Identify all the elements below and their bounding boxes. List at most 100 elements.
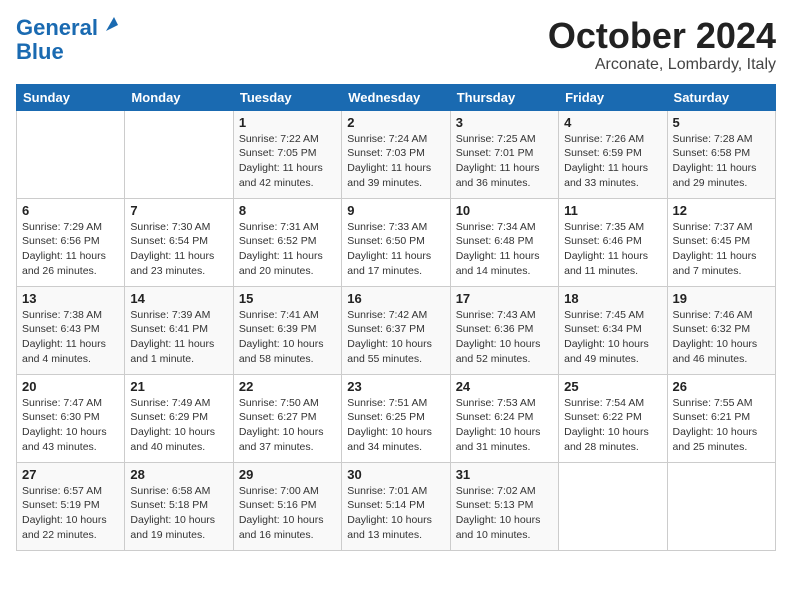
calendar-cell: 17 Sunrise: 7:43 AMSunset: 6:36 PMDayligh… xyxy=(450,286,558,374)
day-number: 23 xyxy=(347,379,444,394)
day-number: 7 xyxy=(130,203,227,218)
day-info: Sunrise: 7:43 AMSunset: 6:36 PMDaylight:… xyxy=(456,308,553,367)
day-number: 6 xyxy=(22,203,119,218)
day-info: Sunrise: 7:28 AMSunset: 6:58 PMDaylight:… xyxy=(673,132,770,191)
day-number: 21 xyxy=(130,379,227,394)
calendar-cell: 1 Sunrise: 7:22 AMSunset: 7:05 PMDaylight… xyxy=(233,110,341,198)
calendar-week-row: 1 Sunrise: 7:22 AMSunset: 7:05 PMDaylight… xyxy=(17,110,776,198)
column-header-tuesday: Tuesday xyxy=(233,84,341,110)
day-number: 31 xyxy=(456,467,553,482)
calendar-cell: 26Sunrise: 7:55 AMSunset: 6:21 PMDayligh… xyxy=(667,374,775,462)
day-info: Sunrise: 7:02 AMSunset: 5:13 PMDaylight:… xyxy=(456,484,553,543)
calendar-cell: 25Sunrise: 7:54 AMSunset: 6:22 PMDayligh… xyxy=(559,374,667,462)
logo-text-blue: Blue xyxy=(16,40,64,64)
day-info: Sunrise: 7:24 AMSunset: 7:03 PMDaylight:… xyxy=(347,132,444,191)
logo: General Blue xyxy=(16,16,122,64)
day-number: 3 xyxy=(456,115,553,130)
calendar-cell: 29 Sunrise: 7:00 AMSunset: 5:16 PMDayligh… xyxy=(233,462,341,550)
calendar-cell: 6 Sunrise: 7:29 AMSunset: 6:56 PMDaylight… xyxy=(17,198,125,286)
day-number: 10 xyxy=(456,203,553,218)
calendar-cell: 2 Sunrise: 7:24 AMSunset: 7:03 PMDaylight… xyxy=(342,110,450,198)
calendar-cell: 10 Sunrise: 7:34 AMSunset: 6:48 PMDayligh… xyxy=(450,198,558,286)
day-info: Sunrise: 7:26 AMSunset: 6:59 PMDaylight:… xyxy=(564,132,661,191)
day-info: Sunrise: 7:37 AMSunset: 6:45 PMDaylight:… xyxy=(673,220,770,279)
calendar-cell: 13 Sunrise: 7:38 AMSunset: 6:43 PMDayligh… xyxy=(17,286,125,374)
day-number: 16 xyxy=(347,291,444,306)
column-header-thursday: Thursday xyxy=(450,84,558,110)
day-info: Sunrise: 7:34 AMSunset: 6:48 PMDaylight:… xyxy=(456,220,553,279)
day-info: Sunrise: 7:31 AMSunset: 6:52 PMDaylight:… xyxy=(239,220,336,279)
title-block: October 2024 Arconate, Lombardy, Italy xyxy=(548,16,776,74)
day-info: Sunrise: 7:42 AMSunset: 6:37 PMDaylight:… xyxy=(347,308,444,367)
column-header-saturday: Saturday xyxy=(667,84,775,110)
calendar-cell: 28Sunrise: 6:58 AMSunset: 5:18 PMDayligh… xyxy=(125,462,233,550)
day-number: 28 xyxy=(130,467,227,482)
calendar-cell xyxy=(667,462,775,550)
page-header: General Blue October 2024 Arconate, Lomb… xyxy=(16,16,776,74)
day-info: Sunrise: 7:29 AMSunset: 6:56 PMDaylight:… xyxy=(22,220,119,279)
calendar-cell: 16 Sunrise: 7:42 AMSunset: 6:37 PMDayligh… xyxy=(342,286,450,374)
location-subtitle: Arconate, Lombardy, Italy xyxy=(548,56,776,74)
calendar-cell: 9 Sunrise: 7:33 AMSunset: 6:50 PMDaylight… xyxy=(342,198,450,286)
calendar-cell: 23 Sunrise: 7:51 AMSunset: 6:25 PMDayligh… xyxy=(342,374,450,462)
calendar-cell: 7 Sunrise: 7:30 AMSunset: 6:54 PMDaylight… xyxy=(125,198,233,286)
day-info: Sunrise: 7:53 AMSunset: 6:24 PMDaylight:… xyxy=(456,396,553,455)
day-number: 2 xyxy=(347,115,444,130)
day-info: Sunrise: 7:45 AMSunset: 6:34 PMDaylight:… xyxy=(564,308,661,367)
column-header-friday: Friday xyxy=(559,84,667,110)
calendar-cell xyxy=(125,110,233,198)
day-number: 11 xyxy=(564,203,661,218)
calendar-week-row: 27Sunrise: 6:57 AMSunset: 5:19 PMDayligh… xyxy=(17,462,776,550)
month-title: October 2024 xyxy=(548,16,776,56)
day-info: Sunrise: 7:39 AMSunset: 6:41 PMDaylight:… xyxy=(130,308,227,367)
day-number: 29 xyxy=(239,467,336,482)
day-number: 13 xyxy=(22,291,119,306)
calendar-cell: 12 Sunrise: 7:37 AMSunset: 6:45 PMDayligh… xyxy=(667,198,775,286)
day-number: 20 xyxy=(22,379,119,394)
calendar-cell: 30 Sunrise: 7:01 AMSunset: 5:14 PMDayligh… xyxy=(342,462,450,550)
calendar-table: SundayMondayTuesdayWednesdayThursdayFrid… xyxy=(16,84,776,551)
day-info: Sunrise: 7:47 AMSunset: 6:30 PMDaylight:… xyxy=(22,396,119,455)
calendar-cell: 22 Sunrise: 7:50 AMSunset: 6:27 PMDayligh… xyxy=(233,374,341,462)
calendar-cell: 31 Sunrise: 7:02 AMSunset: 5:13 PMDayligh… xyxy=(450,462,558,550)
calendar-cell: 27Sunrise: 6:57 AMSunset: 5:19 PMDayligh… xyxy=(17,462,125,550)
day-info: Sunrise: 7:49 AMSunset: 6:29 PMDaylight:… xyxy=(130,396,227,455)
day-number: 4 xyxy=(564,115,661,130)
day-info: Sunrise: 7:35 AMSunset: 6:46 PMDaylight:… xyxy=(564,220,661,279)
day-info: Sunrise: 7:38 AMSunset: 6:43 PMDaylight:… xyxy=(22,308,119,367)
calendar-cell: 20 Sunrise: 7:47 AMSunset: 6:30 PMDayligh… xyxy=(17,374,125,462)
day-number: 30 xyxy=(347,467,444,482)
day-info: Sunrise: 7:51 AMSunset: 6:25 PMDaylight:… xyxy=(347,396,444,455)
calendar-cell: 15 Sunrise: 7:41 AMSunset: 6:39 PMDayligh… xyxy=(233,286,341,374)
calendar-cell: 11 Sunrise: 7:35 AMSunset: 6:46 PMDayligh… xyxy=(559,198,667,286)
day-info: Sunrise: 7:22 AMSunset: 7:05 PMDaylight:… xyxy=(239,132,336,191)
day-info: Sunrise: 7:30 AMSunset: 6:54 PMDaylight:… xyxy=(130,220,227,279)
day-info: Sunrise: 7:01 AMSunset: 5:14 PMDaylight:… xyxy=(347,484,444,543)
calendar-cell xyxy=(17,110,125,198)
calendar-cell: 14Sunrise: 7:39 AMSunset: 6:41 PMDayligh… xyxy=(125,286,233,374)
day-number: 22 xyxy=(239,379,336,394)
calendar-cell: 5Sunrise: 7:28 AMSunset: 6:58 PMDaylight… xyxy=(667,110,775,198)
calendar-cell: 19Sunrise: 7:46 AMSunset: 6:32 PMDayligh… xyxy=(667,286,775,374)
day-number: 1 xyxy=(239,115,336,130)
day-info: Sunrise: 7:00 AMSunset: 5:16 PMDaylight:… xyxy=(239,484,336,543)
day-info: Sunrise: 7:33 AMSunset: 6:50 PMDaylight:… xyxy=(347,220,444,279)
day-number: 27 xyxy=(22,467,119,482)
day-info: Sunrise: 7:50 AMSunset: 6:27 PMDaylight:… xyxy=(239,396,336,455)
day-info: Sunrise: 7:41 AMSunset: 6:39 PMDaylight:… xyxy=(239,308,336,367)
day-number: 9 xyxy=(347,203,444,218)
day-number: 26 xyxy=(673,379,770,394)
day-number: 15 xyxy=(239,291,336,306)
column-header-sunday: Sunday xyxy=(17,84,125,110)
day-number: 12 xyxy=(673,203,770,218)
calendar-cell: 24Sunrise: 7:53 AMSunset: 6:24 PMDayligh… xyxy=(450,374,558,462)
calendar-header-row: SundayMondayTuesdayWednesdayThursdayFrid… xyxy=(17,84,776,110)
day-info: Sunrise: 7:46 AMSunset: 6:32 PMDaylight:… xyxy=(673,308,770,367)
day-number: 8 xyxy=(239,203,336,218)
calendar-week-row: 6 Sunrise: 7:29 AMSunset: 6:56 PMDaylight… xyxy=(17,198,776,286)
calendar-cell: 3 Sunrise: 7:25 AMSunset: 7:01 PMDaylight… xyxy=(450,110,558,198)
day-info: Sunrise: 7:25 AMSunset: 7:01 PMDaylight:… xyxy=(456,132,553,191)
day-number: 18 xyxy=(564,291,661,306)
calendar-cell xyxy=(559,462,667,550)
day-number: 17 xyxy=(456,291,553,306)
